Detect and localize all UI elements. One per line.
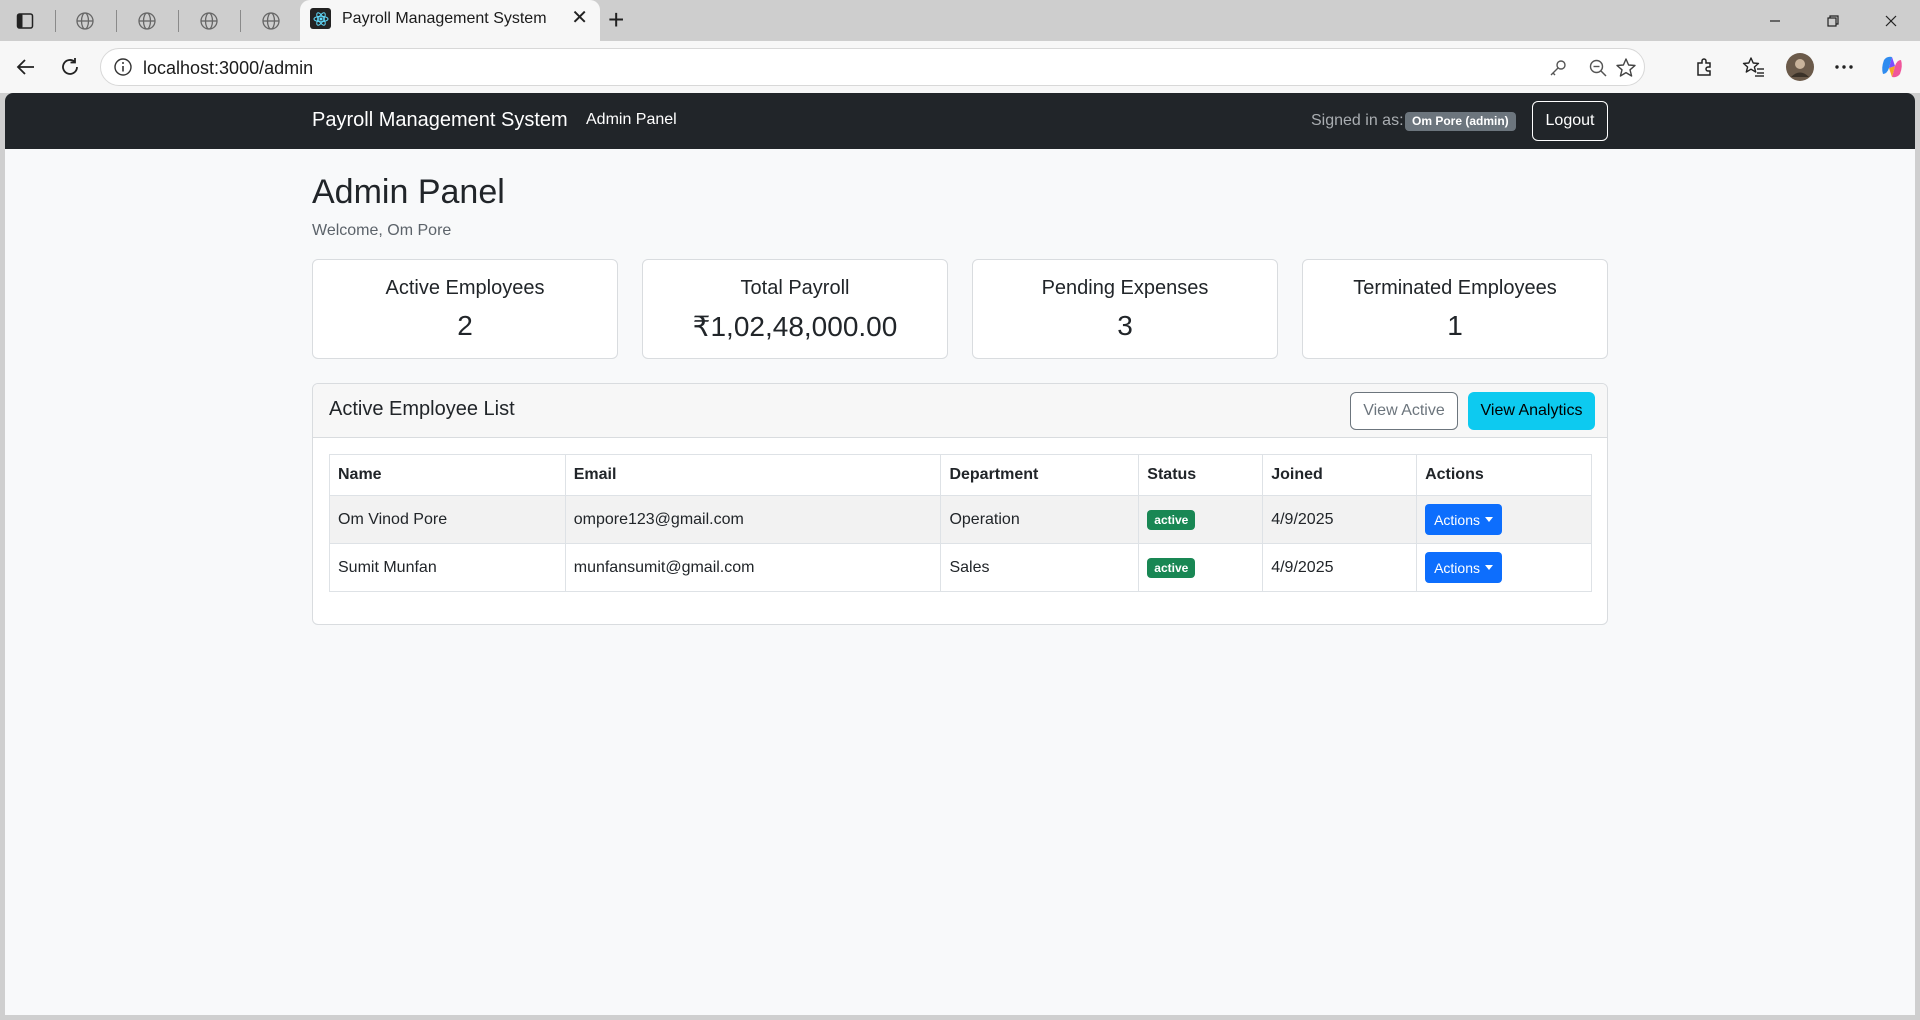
column-header-status: Status [1138, 454, 1264, 496]
employee-department: Operation [940, 495, 1140, 544]
stat-value: 3 [1117, 310, 1133, 341]
stat-card-active-employees: Active Employees 2 [312, 259, 618, 359]
favorite-star-icon[interactable] [1615, 57, 1637, 79]
globe-icon[interactable] [72, 8, 98, 34]
browser-toolbar: localhost:3000/admin [0, 41, 1920, 93]
actions-dropdown-button[interactable]: Actions [1425, 552, 1502, 583]
employee-email: munfansumit@gmail.com [564, 543, 942, 592]
actions-label: Actions [1434, 559, 1480, 576]
stat-card-terminated-employees: Terminated Employees 1 [1302, 259, 1608, 359]
password-key-icon[interactable] [1547, 57, 1569, 79]
address-bar[interactable]: localhost:3000/admin [100, 48, 1645, 86]
profile-avatar[interactable] [1782, 49, 1818, 85]
tab-divider [240, 10, 241, 32]
employee-name: Om Vinod Pore [329, 495, 566, 544]
tab-divider [55, 10, 56, 32]
navbar-brand[interactable]: Payroll Management System [312, 109, 568, 132]
minimize-icon[interactable] [1752, 8, 1798, 34]
employee-list-card: Active Employee List View Active View An… [312, 383, 1608, 625]
caret-down-icon [1485, 517, 1493, 522]
extensions-icon[interactable] [1686, 49, 1722, 85]
column-header-joined: Joined [1262, 454, 1418, 496]
view-active-button[interactable]: View Active [1350, 392, 1458, 430]
page-title: Admin Panel [312, 173, 505, 211]
employee-name: Sumit Munfan [329, 543, 566, 592]
employee-status-cell: active [1138, 495, 1264, 544]
nav-link-admin-panel[interactable]: Admin Panel [586, 111, 677, 129]
table-row: Om Vinod Pore ompore123@gmail.com Operat… [329, 495, 1592, 544]
stat-value: 1 [1447, 310, 1463, 341]
status-badge: active [1147, 557, 1196, 578]
stat-value: ₹1,02,48,000.00 [692, 311, 898, 342]
active-tab[interactable]: Payroll Management System ✕ [300, 0, 600, 41]
favorites-icon[interactable] [1736, 49, 1772, 85]
refresh-icon[interactable] [52, 49, 88, 85]
url-text: localhost:3000/admin [143, 58, 314, 78]
status-badge: active [1147, 509, 1196, 530]
table-row: Sumit Munfan munfansumit@gmail.com Sales… [329, 543, 1592, 592]
stat-label: Pending Expenses [1041, 277, 1209, 299]
employee-email: ompore123@gmail.com [564, 495, 942, 544]
stat-card-total-payroll: Total Payroll ₹1,02,48,000.00 [642, 259, 948, 359]
tab-title: Payroll Management System [342, 10, 547, 27]
employee-joined: 4/9/2025 [1262, 543, 1418, 592]
tab-divider [116, 10, 117, 32]
new-tab-icon[interactable]: + [608, 4, 624, 36]
welcome-text: Welcome, Om Pore [312, 222, 452, 239]
employee-joined: 4/9/2025 [1262, 495, 1418, 544]
caret-down-icon [1485, 565, 1493, 570]
sidebar-toggle-icon[interactable] [12, 8, 38, 34]
column-header-name: Name [329, 454, 566, 496]
close-tab-icon[interactable]: ✕ [571, 8, 588, 28]
user-badge: Om Pore (admin) [1405, 112, 1516, 131]
stat-label: Active Employees [385, 277, 545, 299]
tab-divider [178, 10, 179, 32]
column-header-email: Email [564, 454, 942, 496]
logout-button[interactable]: Logout [1532, 101, 1608, 141]
table-header-row: Name Email Department Status Joined Acti… [329, 454, 1592, 496]
employee-status-cell: active [1138, 543, 1264, 592]
globe-icon[interactable] [258, 8, 284, 34]
actions-dropdown-button[interactable]: Actions [1425, 504, 1502, 535]
browser-tab-strip: Payroll Management System ✕ + [0, 0, 1920, 41]
globe-icon[interactable] [134, 8, 160, 34]
site-info-icon[interactable] [113, 57, 133, 82]
employee-table: Name Email Department Status Joined Acti… [329, 454, 1592, 592]
employee-actions-cell: Actions [1416, 495, 1592, 544]
column-header-department: Department [940, 454, 1140, 496]
page-viewport: Payroll Management System Admin Panel Si… [5, 93, 1915, 1015]
employee-department: Sales [940, 543, 1140, 592]
close-window-icon[interactable] [1868, 8, 1914, 34]
signed-in-label: Signed in as: [1311, 112, 1404, 129]
stat-value: 2 [457, 310, 473, 341]
top-navbar: Payroll Management System Admin Panel Si… [5, 93, 1915, 149]
view-analytics-button[interactable]: View Analytics [1468, 392, 1595, 430]
employee-list-header: Active Employee List View Active View An… [313, 384, 1607, 438]
stat-card-pending-expenses: Pending Expenses 3 [972, 259, 1278, 359]
back-icon[interactable] [8, 49, 44, 85]
zoom-icon[interactable] [1587, 57, 1609, 79]
more-menu-icon[interactable] [1826, 49, 1862, 85]
actions-label: Actions [1434, 511, 1480, 528]
stat-label: Total Payroll [740, 277, 850, 299]
globe-icon[interactable] [196, 8, 222, 34]
column-header-actions: Actions [1416, 454, 1592, 496]
restore-icon[interactable] [1810, 8, 1856, 34]
copilot-icon[interactable] [1874, 49, 1910, 85]
stat-label: Terminated Employees [1353, 277, 1557, 299]
employee-list-title: Active Employee List [329, 398, 515, 420]
react-icon [310, 8, 331, 29]
employee-actions-cell: Actions [1416, 543, 1592, 592]
